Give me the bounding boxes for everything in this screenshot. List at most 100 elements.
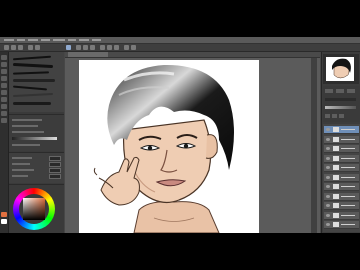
- move-tool-icon[interactable]: [1, 90, 7, 95]
- eyedropper-tool-icon[interactable]: [1, 118, 7, 123]
- tool-g-icon[interactable]: [124, 45, 129, 50]
- tool-a-icon[interactable]: [76, 45, 81, 50]
- tool-f-icon[interactable]: [114, 45, 119, 50]
- document-tab-strip: [65, 52, 320, 58]
- eye-icon[interactable]: [326, 204, 330, 207]
- layer-row[interactable]: [324, 202, 359, 210]
- navigator-thumbnail[interactable]: [326, 57, 354, 81]
- eye-icon[interactable]: [326, 137, 330, 141]
- property-value-field[interactable]: [49, 174, 61, 179]
- text-tool-icon[interactable]: [1, 97, 7, 102]
- undo-icon[interactable]: [28, 45, 33, 50]
- brush-size-preview: [12, 137, 57, 140]
- layer-row[interactable]: [324, 183, 359, 191]
- caricature-illustration: [93, 64, 234, 233]
- new-layer-icon[interactable]: [325, 114, 330, 118]
- right-panel: [321, 52, 360, 233]
- eye-icon[interactable]: [326, 128, 330, 131]
- brush-preset-1[interactable]: [12, 55, 52, 61]
- eraser-tool-icon[interactable]: [1, 69, 7, 74]
- layer-thumbnail: [333, 136, 339, 142]
- command-bar: [0, 44, 360, 52]
- brush-tool-icon[interactable]: [1, 62, 7, 67]
- saturation-value-square[interactable]: [23, 198, 45, 220]
- main-color-swatch[interactable]: [1, 212, 7, 217]
- property-value-field[interactable]: [49, 168, 61, 173]
- zoom-tool-icon[interactable]: [1, 111, 7, 116]
- save-icon[interactable]: [18, 45, 23, 50]
- select-tool-icon[interactable]: [1, 83, 7, 88]
- property-label: [12, 175, 28, 177]
- layer-row[interactable]: [324, 211, 359, 220]
- layer-thumbnail: [333, 155, 339, 161]
- panel-button[interactable]: [336, 89, 344, 93]
- eye-icon[interactable]: [326, 194, 330, 198]
- redo-icon[interactable]: [35, 45, 40, 50]
- sub-tool-item[interactable]: [12, 131, 44, 133]
- brush-preset-5[interactable]: [12, 85, 48, 91]
- new-icon[interactable]: [4, 45, 9, 50]
- brush-preset-3[interactable]: [12, 71, 50, 75]
- tool-d-icon[interactable]: [100, 45, 105, 50]
- panel-button[interactable]: [347, 89, 355, 93]
- brush-preset-panel: [9, 52, 64, 112]
- tool-property-panel: [9, 152, 64, 183]
- sub-color-swatch[interactable]: [1, 219, 7, 224]
- canvas-vertical-scrollbar[interactable]: [311, 58, 317, 233]
- brush-preset-2[interactable]: [12, 62, 54, 69]
- sub-tool-item[interactable]: [12, 119, 42, 121]
- menu-bar[interactable]: [0, 37, 360, 44]
- layer-thumbnail: [333, 184, 339, 189]
- eye-icon[interactable]: [326, 223, 330, 226]
- eye-icon[interactable]: [326, 213, 330, 217]
- eye-icon[interactable]: [326, 175, 330, 179]
- pen-tool-icon[interactable]: [1, 55, 7, 60]
- layer-name: [341, 186, 355, 187]
- property-value-field[interactable]: [49, 156, 61, 161]
- layer-row[interactable]: [324, 221, 359, 229]
- layer-row[interactable]: [324, 154, 359, 163]
- sub-tool-item[interactable]: [12, 144, 40, 146]
- tool-b-icon[interactable]: [83, 45, 88, 50]
- trash-icon[interactable]: [339, 114, 344, 118]
- blend-mode-select[interactable]: [325, 98, 356, 101]
- layer-row[interactable]: [324, 126, 359, 134]
- panel-button[interactable]: [325, 89, 333, 93]
- layer-thumbnail: [333, 212, 339, 218]
- opacity-slider[interactable]: [325, 106, 356, 109]
- brush-preset-4[interactable]: [13, 79, 55, 82]
- property-value-field[interactable]: [49, 162, 61, 167]
- layer-row[interactable]: [324, 192, 359, 201]
- tool-e-icon[interactable]: [107, 45, 112, 50]
- layer-name: [341, 167, 355, 168]
- brush-preset-6[interactable]: [12, 92, 54, 98]
- canvas-tab-icon[interactable]: [66, 45, 71, 50]
- layer-row[interactable]: [324, 164, 359, 172]
- layer-property-panel: [323, 86, 360, 122]
- new-folder-icon[interactable]: [332, 114, 337, 118]
- hand-tool-icon[interactable]: [1, 104, 7, 109]
- tool-c-icon[interactable]: [90, 45, 95, 50]
- canvas-paper[interactable]: [79, 60, 259, 233]
- layer-name: [341, 205, 355, 206]
- fill-tool-icon[interactable]: [1, 76, 7, 81]
- open-icon[interactable]: [11, 45, 16, 50]
- layer-name: [341, 176, 355, 178]
- sub-tool-item[interactable]: [12, 125, 38, 127]
- layer-thumbnail: [333, 165, 339, 170]
- hue-ring[interactable]: [13, 188, 55, 230]
- layer-row[interactable]: [324, 145, 359, 153]
- eye-icon[interactable]: [326, 185, 330, 188]
- document-tab[interactable]: [68, 52, 108, 57]
- layer-row[interactable]: [324, 135, 359, 144]
- brush-preset-7[interactable]: [13, 102, 51, 105]
- navigator-panel[interactable]: [323, 54, 359, 84]
- eye-icon[interactable]: [326, 166, 330, 169]
- eye-icon[interactable]: [326, 156, 330, 160]
- layer-name: [341, 129, 355, 130]
- property-label: [12, 157, 32, 159]
- canvas-area[interactable]: [65, 52, 320, 233]
- tool-h-icon[interactable]: [131, 45, 136, 50]
- layer-row[interactable]: [324, 173, 359, 182]
- eye-icon[interactable]: [326, 147, 330, 150]
